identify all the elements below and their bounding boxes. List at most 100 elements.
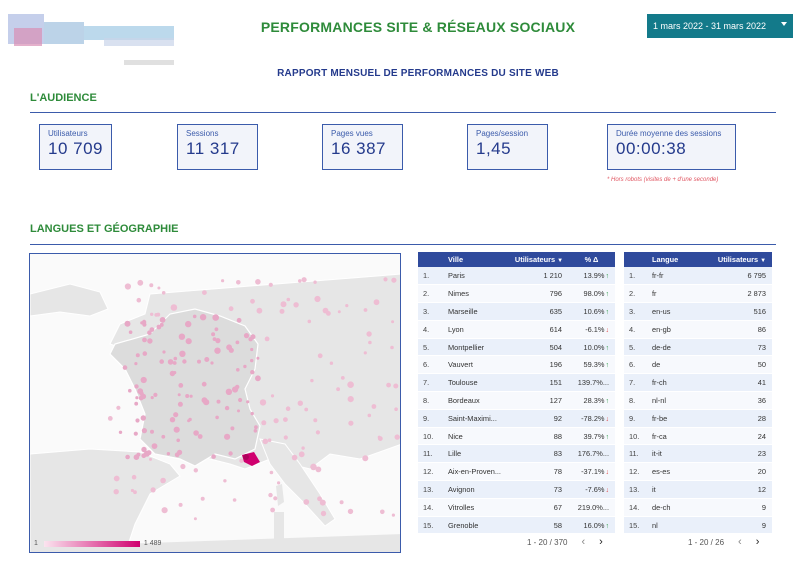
kpi-label: Utilisateurs [48, 129, 88, 138]
geo-map[interactable]: 1 1 489 [29, 253, 401, 553]
cell-delta: -78.2%↓ [568, 409, 615, 428]
cell-language: en-us [648, 302, 712, 321]
map-dot [203, 399, 210, 406]
col-header-delta[interactable]: % Δ [568, 252, 615, 267]
table-row[interactable]: 11. it-it 23 [624, 444, 772, 464]
table-row[interactable]: 2. Nimes 796 98.0%↑ [418, 284, 615, 304]
map-canvas [30, 254, 400, 552]
trend-up-icon: ↑ [605, 273, 610, 281]
cell-users: 196 [510, 355, 568, 375]
trend-up-icon: ↑ [605, 522, 610, 530]
row-index: 10. [624, 427, 648, 446]
caret-down-icon [781, 22, 787, 26]
cell-city: Grenoble [442, 516, 510, 535]
map-dot [228, 451, 233, 456]
map-dot [173, 426, 180, 433]
cell-language: de-de [648, 338, 712, 357]
chevron-right-icon[interactable]: › [599, 536, 603, 548]
table-row[interactable]: 10. fr-ca 24 [624, 427, 772, 446]
date-range-label: 1 mars 2022 - 31 mars 2022 [653, 21, 767, 31]
map-dot [150, 429, 154, 434]
map-dot [390, 345, 394, 350]
table-row[interactable]: 5. de-de 73 [624, 338, 772, 357]
table-row[interactable]: 4. en-gb 86 [624, 320, 772, 339]
map-dot [202, 290, 207, 295]
map-dot [128, 388, 132, 393]
table-row[interactable]: 12. Aix-en-Proven... 78 -37.1%↓ [418, 462, 615, 482]
map-dot [391, 320, 395, 324]
col-header-city[interactable]: Ville [442, 252, 510, 267]
col-header-users[interactable]: Utilisateurs ▼ [510, 252, 568, 267]
cell-users: 796 [510, 284, 568, 304]
table-row[interactable]: 1. Paris 1 210 13.9%↑ [418, 267, 615, 286]
table-row[interactable]: 9. fr-be 28 [624, 409, 772, 428]
map-dot [298, 451, 305, 458]
table-row[interactable]: 14. de-ch 9 [624, 498, 772, 517]
table-row[interactable]: 8. nl-nl 36 [624, 391, 772, 410]
chevron-left-icon[interactable]: ‹ [738, 536, 742, 548]
chevron-right-icon[interactable]: › [756, 536, 760, 548]
table-row[interactable]: 5. Montpellier 504 10.0%↑ [418, 338, 615, 357]
table-row[interactable]: 6. Vauvert 196 59.3%↑ [418, 355, 615, 375]
map-dot [250, 347, 254, 352]
cell-users: 24 [712, 427, 772, 446]
map-dot [285, 406, 291, 411]
map-dot [250, 411, 254, 416]
map-dot [216, 399, 221, 404]
table-row[interactable]: 3. en-us 516 [624, 302, 772, 321]
col-header-users[interactable]: Utilisateurs ▼ [712, 252, 772, 267]
map-dot [173, 356, 178, 361]
table-row[interactable]: 2. fr 2 873 [624, 284, 772, 304]
table-row[interactable]: 15. Grenoble 58 16.0%↑ [418, 516, 615, 535]
table-row[interactable]: 14. Vitrolles 67 219.0%... [418, 498, 615, 517]
date-range-picker[interactable]: 1 mars 2022 - 31 mars 2022 [647, 14, 793, 38]
map-dot [200, 496, 205, 501]
table-row[interactable]: 1. fr-fr 6 795 [624, 267, 772, 286]
table-row[interactable]: 8. Bordeaux 127 28.3%↑ [418, 391, 615, 410]
map-dot [193, 430, 199, 436]
section-title-geo: LANGUES ET GÉOGRAPHIE [30, 223, 179, 235]
map-dot [243, 333, 250, 339]
cell-users: 78 [510, 462, 568, 482]
table-row[interactable]: 7. Toulouse 151 139.7%... [418, 373, 615, 393]
map-dot [250, 370, 255, 375]
map-dot [167, 359, 174, 365]
map-dot [185, 394, 190, 398]
language-table: Langue Utilisateurs ▼ 1. fr-fr 6 795 2. fr 2 8… [624, 252, 772, 535]
cell-users: 36 [712, 391, 772, 410]
chevron-left-icon[interactable]: ‹ [581, 536, 585, 548]
map-dot [122, 365, 128, 370]
table-row[interactable]: 13. Avignon 73 -7.6%↓ [418, 480, 615, 499]
table-row[interactable]: 10. Nice 88 39.7%↑ [418, 427, 615, 446]
kpi-pages-per-session: Pages/session 1,45 [467, 124, 548, 170]
map-dot [279, 308, 285, 314]
map-dot [315, 430, 320, 435]
map-dot [137, 388, 144, 395]
table-row[interactable]: 11. Lille 83 176.7%... [418, 444, 615, 464]
map-dot [386, 382, 391, 388]
trend-down-icon: ↓ [605, 326, 610, 334]
cell-users: 88 [510, 427, 568, 446]
table-row[interactable]: 6. de 50 [624, 355, 772, 375]
map-dot [201, 381, 207, 387]
table-row[interactable]: 13. it 12 [624, 480, 772, 499]
table-row[interactable]: 12. es-es 20 [624, 462, 772, 482]
kpi-value: 16 387 [331, 139, 386, 158]
table-row[interactable]: 15. nl 9 [624, 516, 772, 535]
row-index: 12. [624, 462, 648, 482]
map-dot [329, 361, 334, 365]
table-row[interactable]: 4. Lyon 614 -6.1%↓ [418, 320, 615, 339]
map-dot [363, 351, 367, 355]
cell-delta: 59.3%↑ [568, 355, 615, 375]
map-dot [267, 438, 272, 442]
map-dot [159, 359, 164, 364]
table-row[interactable]: 7. fr-ch 41 [624, 373, 772, 393]
map-dot [310, 463, 317, 471]
kpi-footnote: * Hors robots (visites de + d'une second… [607, 177, 719, 183]
kpi-pageviews: Pages vues 16 387 [322, 124, 403, 170]
table-row[interactable]: 3. Marseille 635 10.6%↑ [418, 302, 615, 321]
col-header-lang[interactable]: Langue [648, 252, 712, 267]
cell-users: 9 [712, 498, 772, 517]
table-row[interactable]: 9. Saint-Maximi... 92 -78.2%↓ [418, 409, 615, 428]
map-dot [339, 500, 344, 505]
